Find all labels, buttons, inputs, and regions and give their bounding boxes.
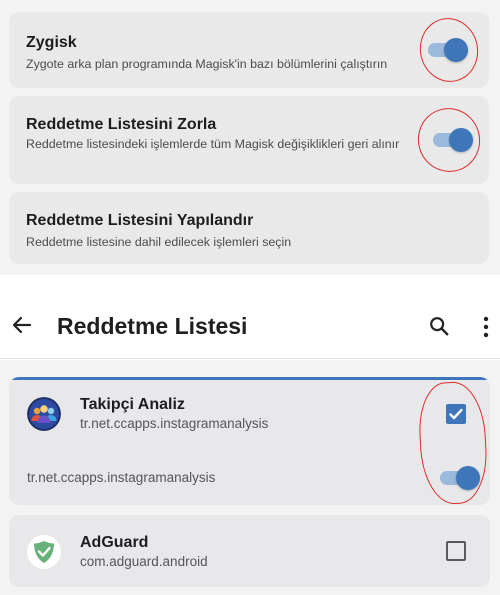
app-package: tr.net.ccapps.instagramanalysis <box>80 416 269 431</box>
configure-denylist-title: Reddetme Listesini Yapılandır <box>26 212 254 229</box>
app-list-item[interactable]: AdGuard com.adguard.android <box>9 515 490 587</box>
expanded-accent-bar <box>9 377 490 380</box>
enforce-denylist-description: Reddetme listesindeki işlemlerde tüm Mag… <box>26 137 400 151</box>
zygisk-setting[interactable]: Zygisk Zygote arka plan programında Magi… <box>9 12 489 88</box>
section-divider <box>0 275 500 295</box>
denylist-appbar: Reddetme Listesi <box>0 295 500 359</box>
zygisk-title: Zygisk <box>26 34 77 51</box>
app-list-item[interactable]: Takipçi Analiz tr.net.ccapps.instagraman… <box>9 377 490 505</box>
configure-denylist-description: Reddetme listesine dahil edilecek işleml… <box>26 235 292 249</box>
zygisk-description: Zygote arka plan programında Magisk'in b… <box>26 57 388 71</box>
more-vertical-icon[interactable] <box>480 315 492 339</box>
app-name: Takipçi Analiz <box>80 396 185 413</box>
arrow-left-icon[interactable] <box>10 313 34 337</box>
enforce-denylist-title: Reddetme Listesini Zorla <box>26 116 217 133</box>
app-package: com.adguard.android <box>80 554 208 569</box>
magisk-settings-section: Zygisk Zygote arka plan programında Magi… <box>0 0 500 275</box>
app-name: AdGuard <box>80 534 149 551</box>
search-icon[interactable] <box>428 315 450 337</box>
people-group-icon <box>27 397 61 431</box>
process-name: tr.net.ccapps.instagramanalysis <box>27 470 216 485</box>
adguard-shield-icon <box>27 535 61 569</box>
app-checkbox[interactable] <box>446 541 466 561</box>
configure-denylist-setting[interactable]: Reddetme Listesini Yapılandır Reddetme l… <box>9 192 489 264</box>
page-title: Reddetme Listesi <box>57 313 248 339</box>
